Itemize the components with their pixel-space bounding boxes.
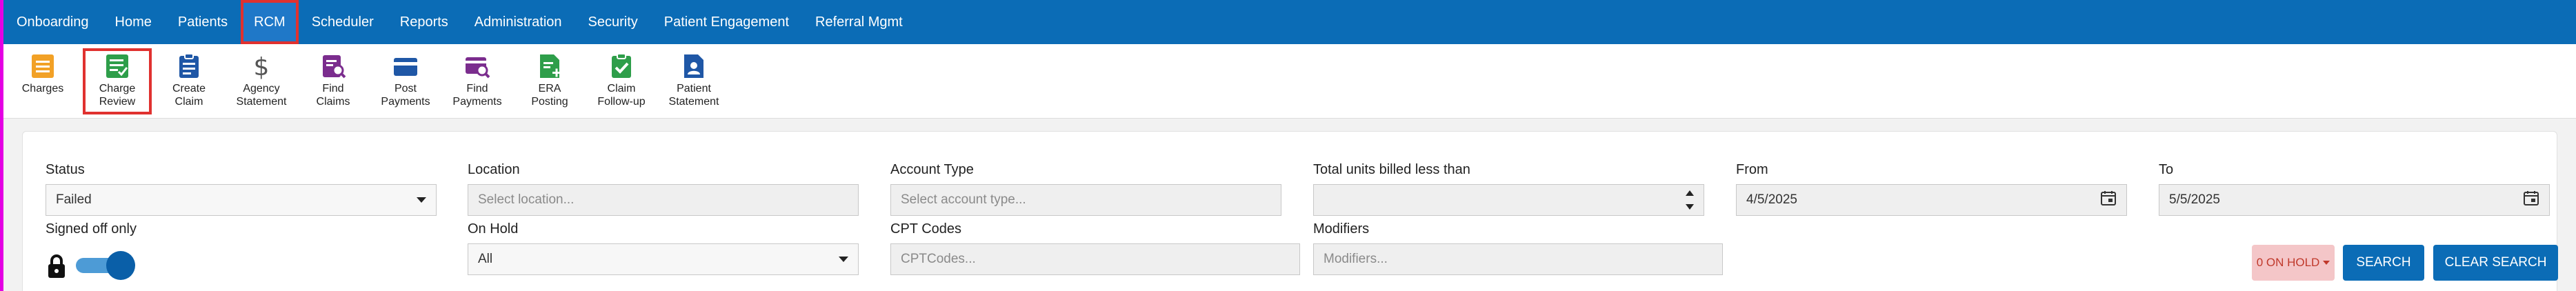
chevron-down-icon [417,197,426,203]
nav-item-scheduler[interactable]: Scheduler [299,0,387,44]
tool-era-posting-label: ERA Posting [531,83,568,108]
modifiers-input[interactable]: Modifiers... [1313,243,1723,275]
tool-charges-label: Charges [21,83,64,94]
chevron-down-icon [2323,261,2330,265]
on-hold-select[interactable]: All [468,243,859,275]
tool-find-claims[interactable]: Find Claims [299,48,368,114]
nav-item-administration[interactable]: Administration [461,0,575,44]
toggle-knob [106,251,135,280]
to-date-value: 5/5/2025 [2169,192,2220,207]
units-label: Total units billed less than [1313,162,1470,177]
spin-down-icon[interactable] [1686,204,1694,210]
content-area: Status Location Account Type Total units… [3,119,2576,291]
units-number-input[interactable] [1313,184,1704,216]
location-placeholder: Select location... [478,192,575,207]
dollar-icon: $ [254,53,270,80]
clear-search-button[interactable]: CLEAR SEARCH [2433,245,2558,281]
tool-post-payments[interactable]: Post Payments [371,48,440,114]
tool-create-claim-label: Create Claim [172,83,206,108]
tool-patient-statement-label: Patient Statement [668,83,719,108]
signed-off-toggle[interactable] [76,251,135,280]
account-type-label: Account Type [890,162,974,177]
claim-followup-icon [612,53,631,78]
search-filters-card: Status Location Account Type Total units… [22,131,2558,291]
lock-icon [48,254,65,278]
tool-charge-review[interactable]: Charge Review [83,48,152,114]
from-date-value: 4/5/2025 [1746,192,1797,207]
from-date-input[interactable]: 4/5/2025 [1736,184,2127,216]
on-hold-label: On Hold [468,221,519,237]
to-label: To [2159,162,2174,177]
number-spinner[interactable] [1683,186,1697,214]
tool-patient-statement[interactable]: Patient Statement [659,48,728,114]
nav-item-home[interactable]: Home [102,0,165,44]
account-type-input[interactable]: Select account type... [890,184,1281,216]
modifiers-placeholder: Modifiers... [1324,252,1388,266]
tool-find-payments-label: Find Payments [452,83,502,108]
status-select[interactable]: Failed [46,184,437,216]
search-button[interactable]: SEARCH [2343,245,2424,281]
charge-review-icon [106,54,128,78]
spin-up-icon[interactable] [1686,190,1694,196]
tool-era-posting[interactable]: ERA Posting [515,48,584,114]
modifiers-label: Modifiers [1313,221,1370,237]
tool-claim-followup[interactable]: Claim Follow-up [587,48,656,114]
nav-item-patient-engagement[interactable]: Patient Engagement [651,0,802,44]
chevron-down-icon [839,257,848,262]
location-label: Location [468,162,520,177]
tool-agency-statement-label: Agency Statement [236,83,287,108]
tool-agency-statement[interactable]: $ Agency Statement [227,48,296,114]
from-label: From [1736,162,1768,177]
charges-icon [32,54,54,78]
find-claims-icon [323,55,346,79]
cpt-codes-placeholder: CPTCodes... [901,252,976,266]
location-input[interactable]: Select location... [468,184,859,216]
rcm-toolbar: Charges Charge Review Create Claim $ Age… [3,44,2576,119]
tool-find-payments[interactable]: Find Payments [443,48,512,114]
patient-statement-icon [684,54,703,78]
account-type-placeholder: Select account type... [901,192,1026,207]
tool-charge-review-label: Charge Review [99,83,136,108]
cpt-codes-label: CPT Codes [890,221,962,237]
calendar-icon[interactable] [2100,190,2117,210]
nav-item-security[interactable]: Security [575,0,651,44]
svg-text:$: $ [254,53,270,80]
nav-item-rcm[interactable]: RCM [241,0,299,44]
on-hold-count-button[interactable]: 0 ON HOLD [2252,245,2335,281]
tool-post-payments-label: Post Payments [381,83,430,108]
era-posting-icon [540,54,561,78]
tool-create-claim[interactable]: Create Claim [154,48,223,114]
nav-item-referral-mgmt[interactable]: Referral Mgmt [802,0,916,44]
tool-find-claims-label: Find Claims [316,83,350,108]
find-payments-icon [466,57,490,79]
to-date-input[interactable]: 5/5/2025 [2159,184,2550,216]
on-hold-value: All [478,252,493,266]
status-label: Status [46,162,85,177]
on-hold-count-label: 0 ON HOLD [2256,256,2320,269]
top-nav: Onboarding Home Patients RCM Scheduler R… [3,0,2576,44]
tool-charges[interactable]: Charges [8,48,77,114]
post-payments-icon [394,58,417,76]
status-value: Failed [56,192,92,207]
signed-off-label: Signed off only [46,221,137,237]
create-claim-icon [179,53,199,78]
calendar-icon[interactable] [2523,190,2539,210]
nav-item-patients[interactable]: Patients [165,0,241,44]
nav-item-onboarding[interactable]: Onboarding [3,0,102,44]
tool-claim-followup-label: Claim Follow-up [597,83,646,108]
nav-item-reports[interactable]: Reports [387,0,461,44]
cpt-codes-input[interactable]: CPTCodes... [890,243,1300,275]
